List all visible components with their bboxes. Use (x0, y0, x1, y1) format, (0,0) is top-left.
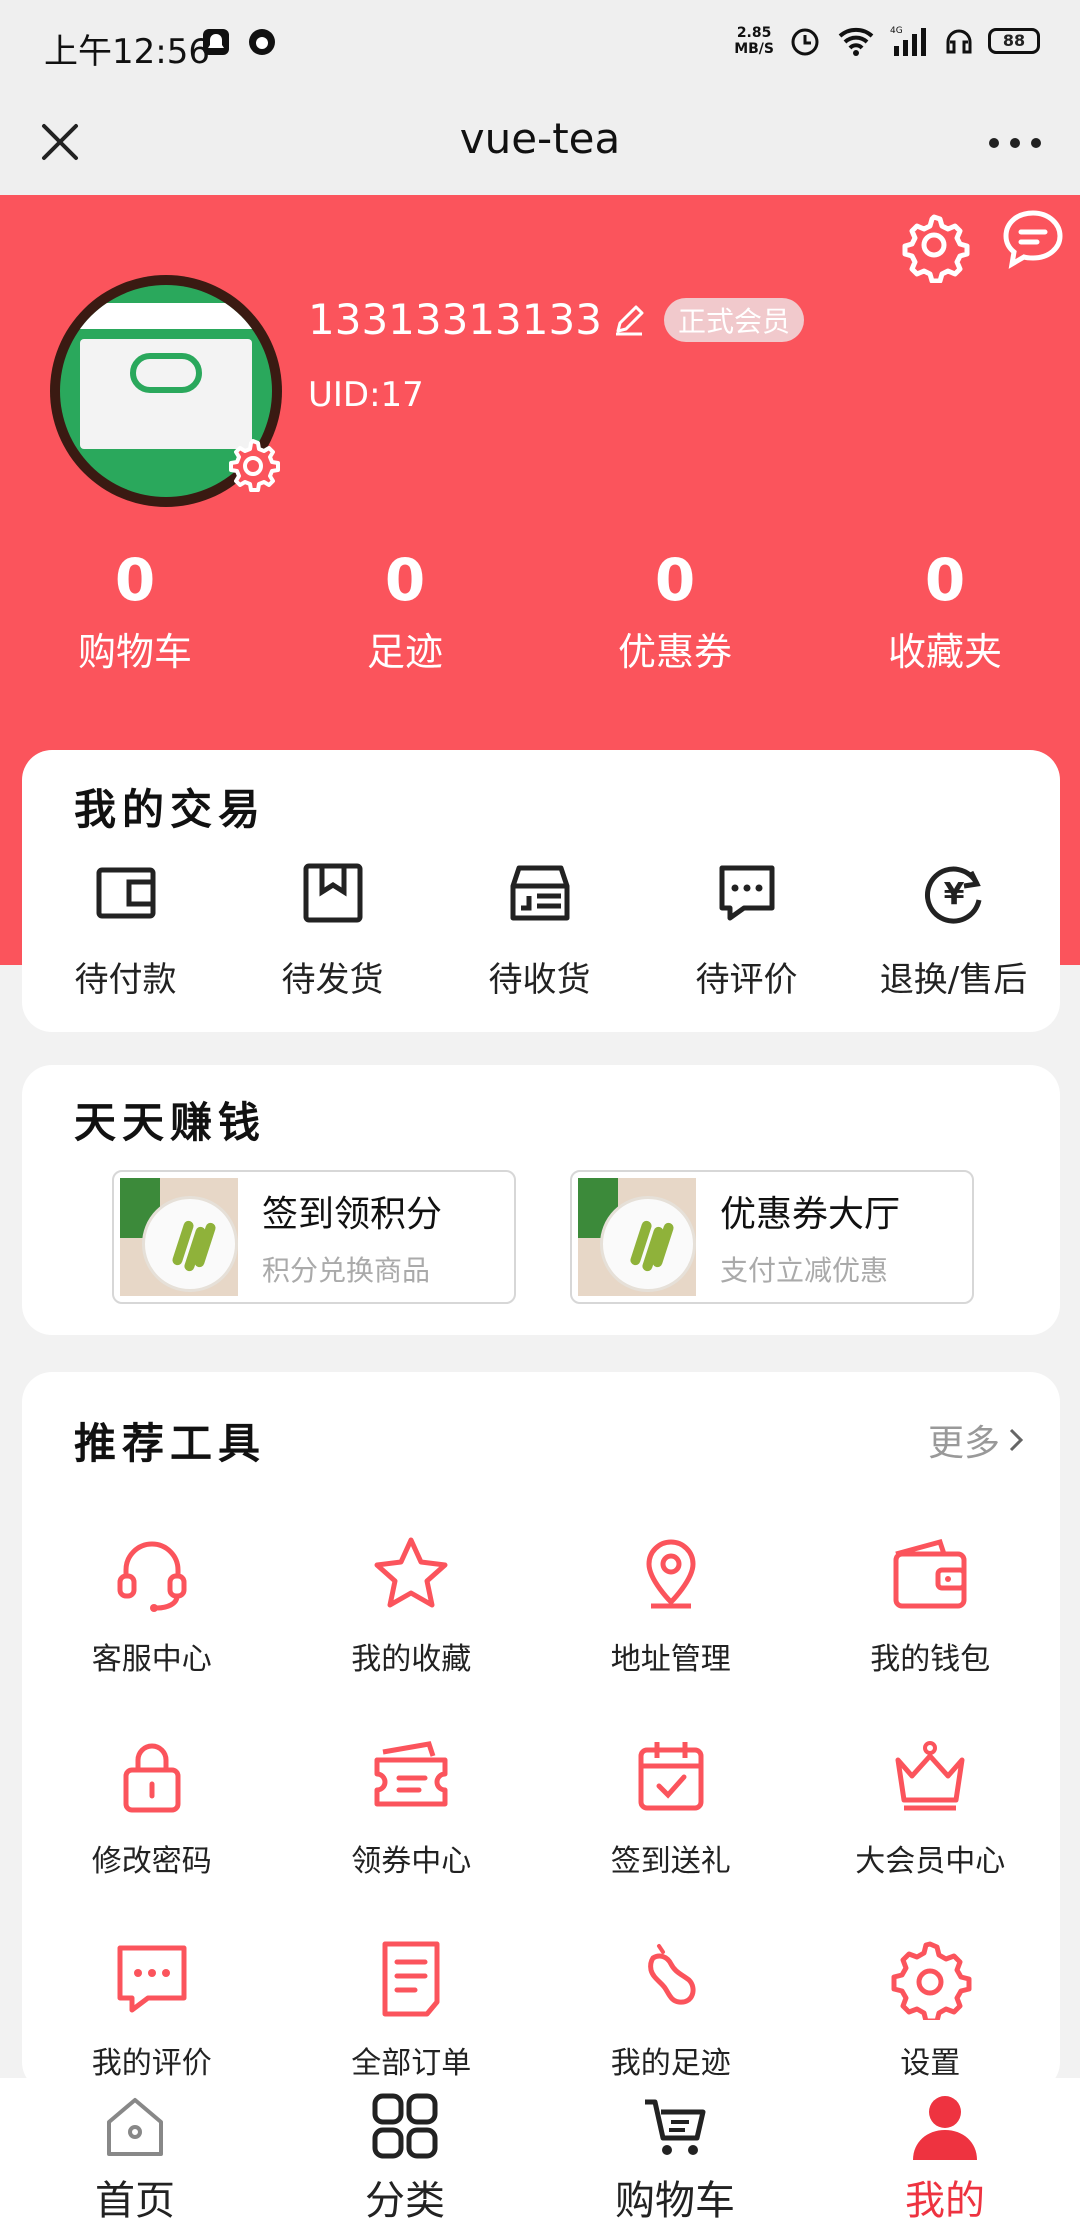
lock-icon (123, 1743, 181, 1813)
tool-customer-service[interactable]: 客服中心 (22, 1532, 282, 1678)
refund-icon: ¥ (924, 866, 981, 924)
more-options-icon[interactable] (980, 118, 1050, 168)
title-bar: vue-tea (0, 90, 1080, 195)
section-title: 天天赚钱 (74, 1098, 267, 1147)
trade-pending-receipt[interactable]: 待收货 (436, 860, 643, 1001)
avatar-settings-icon[interactable] (222, 435, 284, 497)
section-title: 推荐工具 (74, 1419, 267, 1468)
tab-category[interactable]: 分类 (270, 2078, 540, 2232)
user-uid: UID:17 (308, 375, 424, 415)
app-status-icon (249, 29, 275, 55)
avatar-logo (130, 353, 202, 393)
user-phone: 13313313133 正式会员 (308, 295, 804, 344)
cart-icon (645, 2099, 706, 2155)
alarm-icon (791, 28, 819, 56)
coupon-icon (374, 1741, 448, 1807)
tool-my-footprint[interactable]: 我的足迹 (541, 1936, 801, 2082)
chevron-right-icon (1009, 1428, 1024, 1452)
home-icon (107, 2098, 163, 2156)
comment-icon (117, 1945, 187, 2013)
tool-change-password[interactable]: 修改密码 (22, 1734, 282, 1880)
member-badge: 正式会员 (663, 297, 804, 342)
tool-vip-center[interactable]: 大会员中心 (801, 1734, 1061, 1880)
status-bar: 上午12:56 2.85 MB/S 4G 88 (0, 0, 1080, 90)
gear-icon (891, 1941, 972, 2024)
earn-money-card: 天天赚钱 签到领积分 积分兑换商品 优惠券大厅 支付立减优惠 (22, 1065, 1060, 1335)
svg-text:¥: ¥ (943, 877, 964, 912)
footprint-icon (647, 1944, 696, 2005)
tool-address-management[interactable]: 地址管理 (541, 1532, 801, 1678)
battery-indicator: 88 (988, 28, 1040, 54)
wifi-icon (838, 27, 874, 56)
settings-gear-icon[interactable] (896, 207, 972, 283)
tool-my-favorites[interactable]: 我的收藏 (282, 1532, 542, 1678)
grid-icon (372, 2093, 438, 2159)
tool-my-wallet[interactable]: 我的钱包 (801, 1532, 1061, 1678)
wallet-icon (96, 867, 155, 919)
box-icon (303, 863, 362, 923)
trade-pending-review[interactable]: 待评价 (643, 860, 850, 1001)
headset-icon (117, 1541, 187, 1612)
trade-refund-after-sale[interactable]: ¥ 退换/售后 (850, 860, 1057, 1001)
status-time: 上午12:56 (44, 32, 210, 72)
notification-bell-icon (203, 29, 229, 55)
recommended-tools-card: 推荐工具 更多 客服中心 我的收藏 地址管理 我的钱包 修改密码 领券中心 签到… (22, 1372, 1060, 2092)
svg-text:4G: 4G (890, 26, 903, 36)
tea-thumbnail (120, 1178, 238, 1296)
document-icon (382, 1941, 440, 2017)
page-title: vue-tea (459, 114, 621, 163)
signal-icon: 4G (890, 26, 926, 56)
location-icon (646, 1539, 696, 1609)
more-link[interactable]: 更多 (928, 1414, 1026, 1466)
trade-pending-payment[interactable]: 待付款 (22, 860, 229, 1001)
bottom-tab-bar: 首页 分类 购物车 我的 (0, 2078, 1080, 2232)
tea-thumbnail (578, 1178, 696, 1296)
wallet-icon (893, 1538, 967, 1609)
sign-in-points-entry[interactable]: 签到领积分 积分兑换商品 (112, 1170, 516, 1304)
section-title: 我的交易 (74, 785, 267, 834)
stat-cart[interactable]: 0 购物车 (0, 545, 270, 676)
tool-all-orders[interactable]: 全部订单 (282, 1936, 542, 2082)
stat-footprint[interactable]: 0 足迹 (270, 545, 540, 676)
tab-cart[interactable]: 购物车 (540, 2078, 810, 2232)
user-icon (913, 2096, 977, 2160)
stats-row: 0 购物车 0 足迹 0 优惠券 0 收藏夹 (0, 545, 1080, 676)
stat-coupon[interactable]: 0 优惠券 (540, 545, 810, 676)
hd-voice-icon (946, 29, 972, 54)
network-speed: 2.85 MB/S (734, 25, 774, 57)
tool-sign-in-gift[interactable]: 签到送礼 (541, 1734, 801, 1880)
tab-mine[interactable]: 我的 (810, 2078, 1080, 2232)
crown-icon (895, 1741, 965, 1811)
delivery-icon (510, 865, 569, 921)
tool-my-reviews[interactable]: 我的评价 (22, 1936, 282, 2082)
stat-favorites[interactable]: 0 收藏夹 (810, 545, 1080, 676)
comment-icon (719, 865, 774, 921)
star-icon (374, 1537, 448, 1608)
trade-pending-shipment[interactable]: 待发货 (229, 860, 436, 1001)
message-icon[interactable] (1000, 207, 1066, 273)
edit-pencil-icon[interactable] (612, 303, 646, 337)
coupon-hall-entry[interactable]: 优惠券大厅 支付立减优惠 (570, 1170, 974, 1304)
my-trades-card: 我的交易 待付款 待发货 待收货 待评价 ¥ 退换/售后 (22, 750, 1060, 1032)
tool-coupon-center[interactable]: 领券中心 (282, 1734, 542, 1880)
calendar-check-icon (638, 1742, 704, 1811)
tool-settings[interactable]: 设置 (801, 1936, 1061, 2082)
tab-home[interactable]: 首页 (0, 2078, 270, 2232)
